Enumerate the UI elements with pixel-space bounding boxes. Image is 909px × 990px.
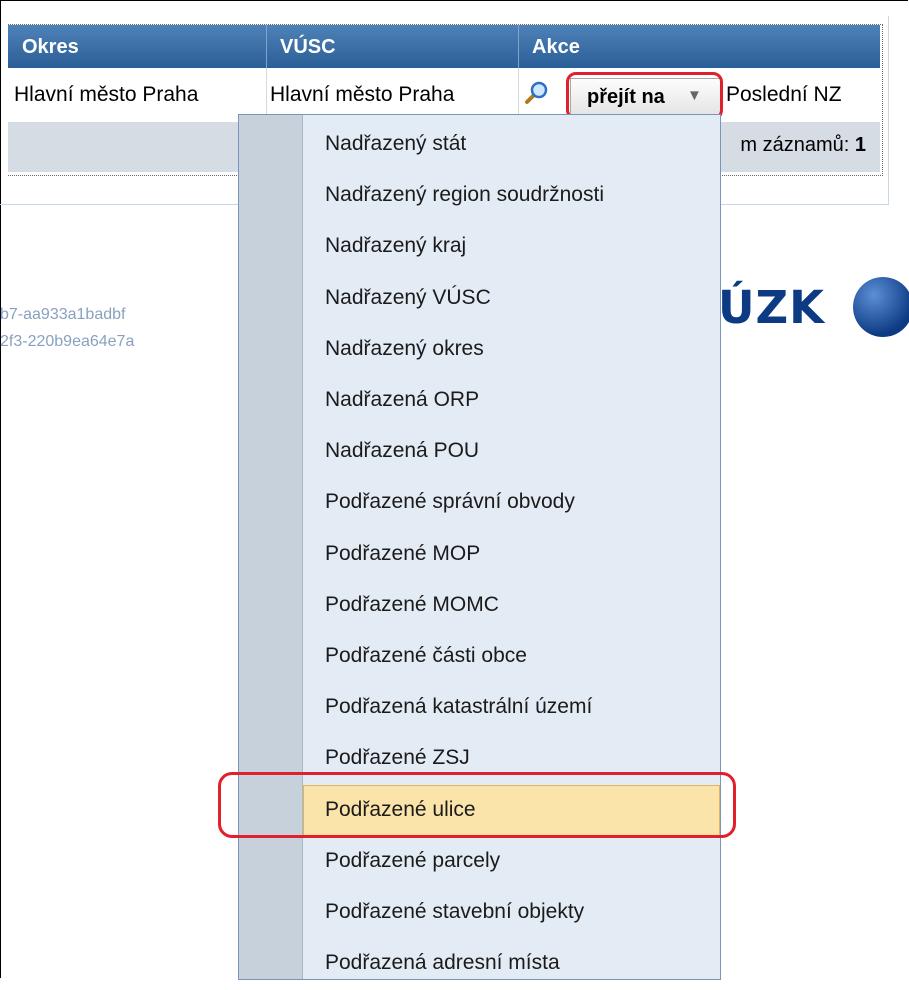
menu-item[interactable]: Podřazené ZSJ: [303, 733, 720, 785]
table-header: Okres VÚSC Akce: [8, 25, 880, 68]
menu-item[interactable]: Nadřazená POU: [303, 426, 720, 478]
menu-item-label: Nadřazená POU: [325, 439, 480, 463]
menu-item[interactable]: Podřazené části obce: [303, 631, 720, 683]
menu-item[interactable]: Podřazená katastrální území: [303, 682, 720, 734]
column-divider: [266, 25, 267, 68]
menu-item-label: Podřazené ulice: [325, 797, 476, 821]
magnifier-icon[interactable]: [523, 80, 549, 106]
goto-dropdown-button[interactable]: přejít na ▼: [570, 78, 722, 116]
menu-item-label: Podřazené parcely: [325, 848, 501, 872]
menu-item-label: Podřazená katastrální území: [325, 695, 593, 719]
cuzk-logo-text: ÚZK: [718, 281, 826, 334]
menu-item-label: Nadřazený VÚSC: [325, 285, 491, 309]
menu-item[interactable]: Podřazené parcely: [303, 836, 720, 888]
menu-item[interactable]: Podřazené MOMC: [303, 580, 720, 632]
menu-item[interactable]: Nadřazený VÚSC: [303, 273, 720, 325]
menu-icon-gutter: [239, 115, 303, 979]
menu-item-label: Podřazené části obce: [325, 644, 527, 667]
cell-okres: Hlavní město Praha: [14, 83, 199, 106]
menu-item-label: Podřazené správní obvody: [325, 490, 575, 514]
menu-item[interactable]: Podřazené ulice: [303, 784, 720, 837]
menu-item[interactable]: Nadřazená ORP: [303, 375, 720, 427]
record-id: 2f3-220b9ea64e7a: [0, 333, 135, 350]
menu-item-label: Podřazené ZSJ: [325, 746, 470, 770]
record-id: b7-aa933a1badbf: [0, 306, 126, 323]
menu-item-label: Podřazené stavební objekty: [325, 900, 585, 923]
menu-item[interactable]: Podřazené stavební objekty: [303, 887, 720, 939]
last-nz-link[interactable]: Poslední NZ: [726, 83, 842, 107]
menu-item-label: Podřazené MOP: [325, 541, 481, 565]
menu-item[interactable]: Nadřazený okres: [303, 324, 720, 376]
column-header-okres[interactable]: Okres: [22, 36, 79, 59]
menu-item-label: Nadřazený region soudržnosti: [325, 183, 604, 207]
ness-logo-icon: [853, 277, 909, 337]
cell-vusc: Hlavní město Praha: [270, 83, 455, 106]
menu-item-label: Nadřazený kraj: [325, 234, 467, 258]
menu-item[interactable]: Podřazené MOP: [303, 529, 720, 581]
column-divider: [518, 25, 519, 68]
menu-item[interactable]: Nadřazený kraj: [303, 221, 720, 273]
menu-item[interactable]: Podřazená adresní místa: [303, 938, 720, 990]
goto-dropdown-menu: Nadřazený stát Nadřazený region soudržnos…: [238, 114, 721, 980]
record-count: m záznamů: 1: [740, 134, 866, 156]
column-header-vusc[interactable]: VÚSC: [280, 36, 336, 59]
menu-item-label: Nadřazený stát: [325, 132, 467, 155]
goto-label: přejít na: [587, 86, 665, 108]
menu-item-label: Nadřazená ORP: [325, 388, 480, 411]
chevron-down-icon: ▼: [687, 87, 702, 104]
menu-item[interactable]: Nadřazený region soudržnosti: [303, 170, 720, 222]
menu-item[interactable]: Nadřazený stát: [303, 119, 720, 171]
menu-item-label: Nadřazený okres: [325, 336, 484, 360]
menu-item[interactable]: Podřazené správní obvody: [303, 477, 720, 529]
menu-item-label: Podřazená adresní místa: [325, 951, 560, 975]
menu-item-label: Podřazené MOMC: [325, 592, 499, 616]
column-header-akce: Akce: [532, 36, 580, 58]
